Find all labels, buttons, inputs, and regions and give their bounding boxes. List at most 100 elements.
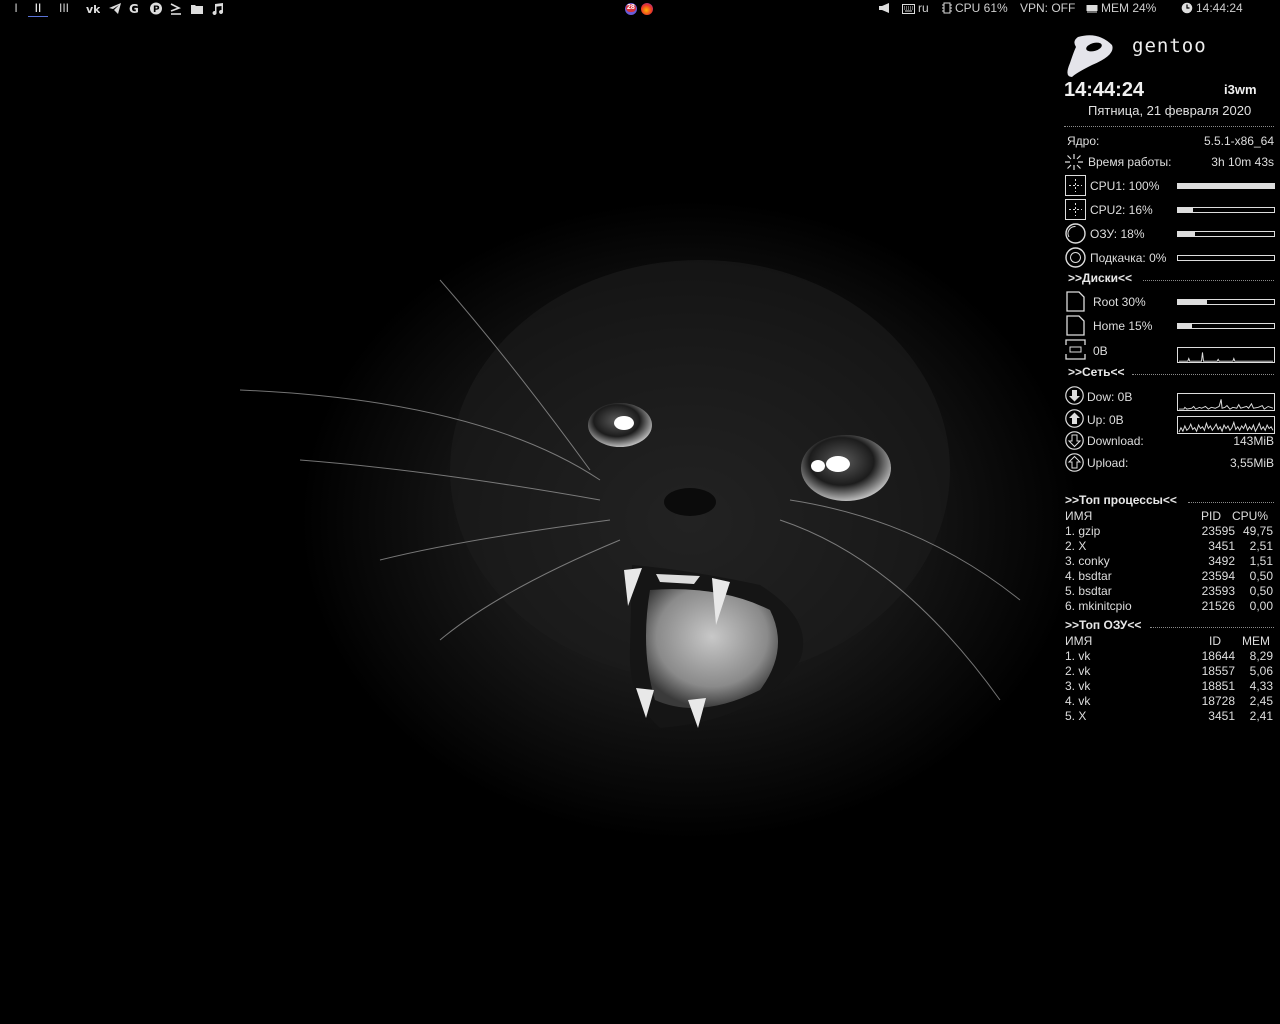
- process-value: 4,33: [1249, 679, 1273, 693]
- ram-icon: [1065, 223, 1086, 244]
- pocket-icon[interactable]: P: [149, 2, 163, 15]
- swap-bar: [1177, 255, 1275, 261]
- process-value: 1,51: [1249, 554, 1273, 568]
- process-pid: 23594: [1201, 569, 1235, 583]
- ram-label: ОЗУ: 18%: [1090, 227, 1145, 241]
- process-name: 2. vk: [1065, 664, 1091, 678]
- cpu1-label: CPU1: 100%: [1090, 179, 1160, 193]
- gentoo-logo-text: gentoo: [1132, 35, 1207, 57]
- upload-arrow-icon: [1065, 409, 1084, 428]
- download-arrow-icon: [1065, 386, 1084, 405]
- divider: [1064, 126, 1274, 127]
- cpu1-icon: [1065, 175, 1086, 196]
- megaphone-icon: [879, 3, 889, 13]
- cpu2-icon: [1065, 199, 1086, 220]
- disk-root-label: Root 30%: [1093, 295, 1146, 309]
- workspace-2[interactable]: II: [28, 1, 48, 17]
- uptime-value: 3h 10m 43s: [1211, 155, 1274, 169]
- process-name: 6. mkinitcpio: [1065, 599, 1132, 613]
- network-header: >>Сеть<<: [1068, 365, 1125, 379]
- column-header: MEM: [1242, 634, 1270, 648]
- cpu2-label: CPU2: 16%: [1090, 203, 1153, 217]
- cpu2-bar: [1177, 207, 1275, 213]
- conky-system-monitor: gentoo 14:44:24 i3wm Пятница, 21 февраля…: [1062, 30, 1280, 730]
- volume-indicator[interactable]: [878, 0, 895, 17]
- process-pid: 23595: [1201, 524, 1235, 538]
- disk-io-icon: [1065, 339, 1086, 360]
- process-value: 0,00: [1249, 599, 1273, 613]
- process-pid: 23593: [1201, 584, 1235, 598]
- memory-icon: [1086, 5, 1098, 13]
- clock-icon: [1181, 2, 1193, 14]
- column-header: ID: [1209, 634, 1221, 648]
- process-pid: 18851: [1201, 679, 1235, 693]
- process-name: 5. bsdtar: [1065, 584, 1112, 598]
- kernel-label: Ядро:: [1067, 134, 1100, 148]
- telegram-icon[interactable]: [108, 2, 122, 15]
- process-name: 1. vk: [1065, 649, 1091, 663]
- process-value: 49,75: [1242, 524, 1273, 538]
- sun-icon: [1065, 154, 1083, 170]
- workspace-3[interactable]: III: [54, 1, 74, 16]
- google-icon[interactable]: G: [128, 2, 142, 15]
- divider: [1132, 374, 1274, 375]
- workspace-1[interactable]: I: [6, 1, 26, 16]
- conky-date: Пятница, 21 февраля 2020: [1088, 103, 1252, 118]
- disk-root-icon: [1066, 291, 1085, 312]
- download-total-value: 143MiB: [1233, 434, 1274, 448]
- process-value: 5,06: [1249, 664, 1273, 678]
- memory-indicator: MEM 24%: [1086, 0, 1156, 17]
- clock-label: 14:44:24: [1196, 1, 1243, 15]
- vk-messenger-tray-icon[interactable]: 28: [625, 3, 637, 15]
- firefox-tray-icon[interactable]: [641, 3, 653, 15]
- vpn-indicator[interactable]: VPN: OFF: [1020, 0, 1075, 17]
- top-processes-header: >>Топ процессы<<: [1065, 493, 1177, 507]
- notification-badge: 28: [626, 4, 636, 12]
- disk-root-bar: [1177, 299, 1275, 305]
- folder-icon[interactable]: [190, 2, 204, 15]
- divider: [1143, 280, 1274, 281]
- cpu-indicator: CPU 61%: [942, 0, 1008, 17]
- column-header: PID: [1201, 509, 1222, 523]
- process-pid: 21526: [1201, 599, 1235, 613]
- svg-text:G: G: [129, 2, 139, 15]
- process-value: 0,50: [1249, 584, 1273, 598]
- chip-icon: [942, 2, 952, 14]
- net-down-label: Dow: 0B: [1087, 390, 1133, 404]
- clock[interactable]: 14:44:24: [1181, 0, 1243, 17]
- vk-icon[interactable]: vk: [86, 2, 100, 15]
- upload-total-value: 3,55MiB: [1229, 456, 1274, 470]
- gentoo-logo-icon: [1067, 35, 1113, 77]
- svg-text:P: P: [153, 5, 160, 15]
- language-label: ru: [918, 1, 929, 15]
- process-value: 2,45: [1249, 694, 1273, 708]
- process-name: 4. vk: [1065, 694, 1091, 708]
- process-name: 4. bsdtar: [1065, 569, 1112, 583]
- process-name: 5. X: [1065, 709, 1087, 723]
- divider: [1150, 627, 1274, 628]
- keyboard-layout[interactable]: ru: [902, 0, 929, 17]
- disk-io-graph: [1177, 347, 1275, 363]
- disk-io-label: 0B: [1093, 344, 1108, 358]
- process-pid: 3451: [1208, 709, 1235, 723]
- process-pid: 18557: [1201, 664, 1235, 678]
- process-pid: 3451: [1208, 539, 1235, 553]
- cpu-label: CPU 61%: [955, 1, 1008, 15]
- vpn-label: VPN: OFF: [1020, 1, 1076, 15]
- process-value: 2,41: [1249, 709, 1273, 723]
- process-name: 2. X: [1065, 539, 1087, 553]
- keyboard-icon: [902, 4, 915, 14]
- svg-text:vk: vk: [86, 3, 100, 15]
- process-name: 1. gzip: [1065, 524, 1101, 538]
- upload-total-icon: [1065, 453, 1084, 472]
- music-icon[interactable]: [211, 2, 225, 15]
- divider: [1188, 502, 1274, 503]
- terminal-icon[interactable]: [169, 2, 183, 15]
- uptime-label: Время работы:: [1088, 155, 1172, 169]
- top-memory-header: >>Топ ОЗУ<<: [1065, 618, 1142, 632]
- conky-time: 14:44:24: [1064, 79, 1145, 101]
- mem-label: MEM 24%: [1101, 1, 1157, 15]
- window-manager-label: i3wm: [1224, 82, 1257, 97]
- swap-label: Подкачка: 0%: [1090, 251, 1167, 265]
- ram-bar: [1177, 231, 1275, 237]
